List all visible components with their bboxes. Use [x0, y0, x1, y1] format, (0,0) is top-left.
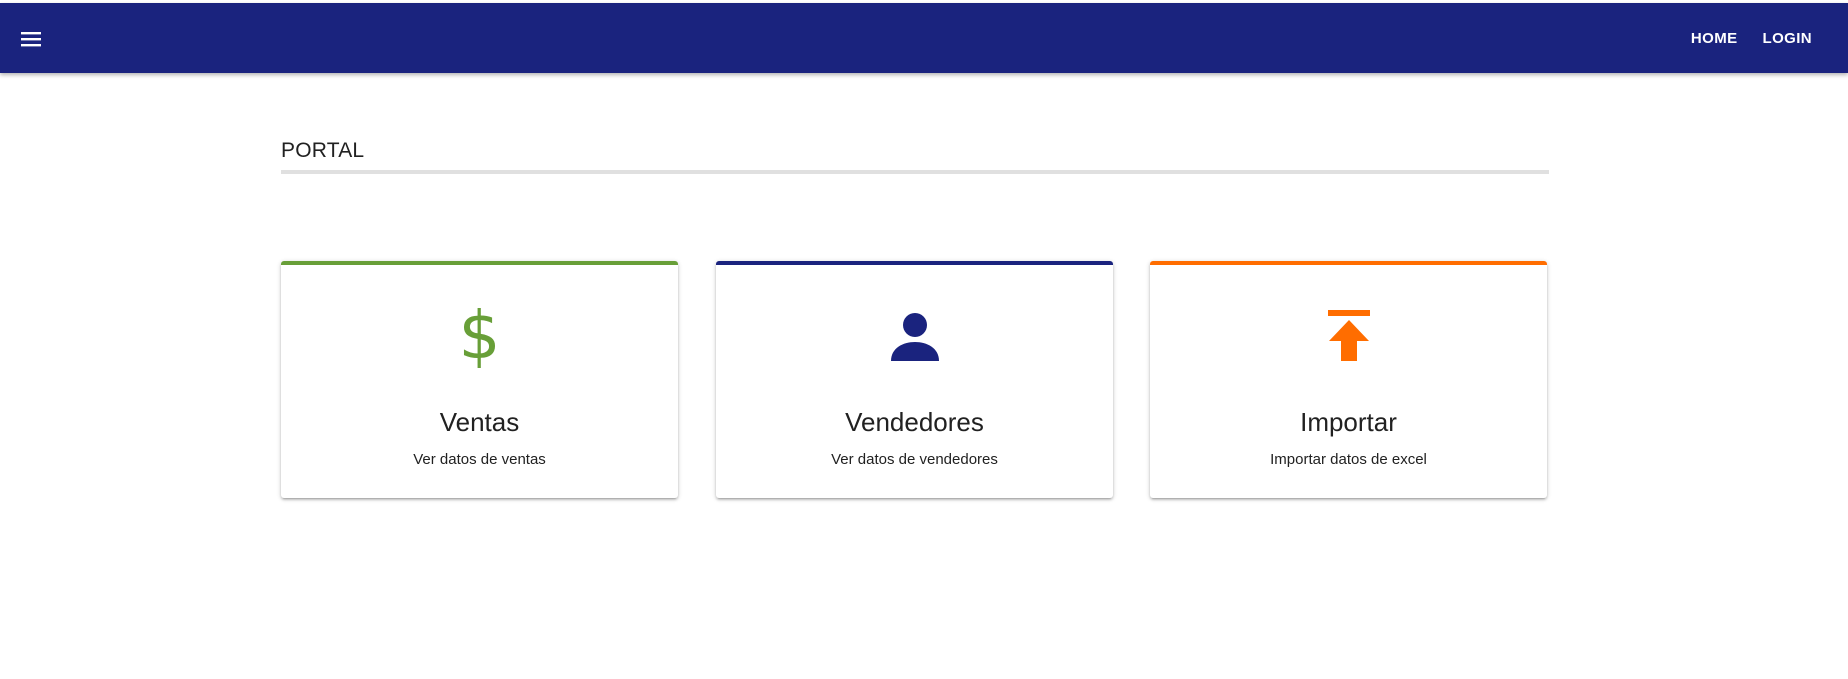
nav-home-link[interactable]: HOME [1691, 30, 1738, 47]
card-title: Ventas [439, 407, 520, 437]
card-title: Importar [1300, 407, 1397, 437]
nav-login-link[interactable]: LOGIN [1763, 30, 1813, 47]
card-ventas[interactable]: $ Ventas Ver datos de ventas [281, 261, 678, 498]
upload-icon [1319, 306, 1379, 366]
card-accent-bar [281, 261, 678, 265]
card-importar[interactable]: Importar Importar datos de excel [1150, 261, 1547, 498]
card-subtitle: Importar datos de excel [1270, 451, 1427, 468]
dollar-icon: $ [458, 297, 501, 374]
page-title: PORTAL [281, 139, 365, 162]
app-bar: HOME LOGIN [0, 3, 1848, 73]
card-accent-bar [716, 261, 1113, 265]
menu-icon[interactable] [18, 27, 46, 51]
person-icon [885, 306, 945, 366]
card-subtitle: Ver datos de vendedores [831, 451, 998, 468]
card-vendedores[interactable]: Vendedores Ver datos de vendedores [716, 261, 1113, 498]
title-divider [281, 170, 1549, 174]
card-title: Vendedores [845, 407, 984, 437]
card-accent-bar [1150, 261, 1547, 265]
top-nav: HOME LOGIN [1666, 3, 1812, 73]
card-subtitle: Ver datos de ventas [413, 451, 546, 468]
